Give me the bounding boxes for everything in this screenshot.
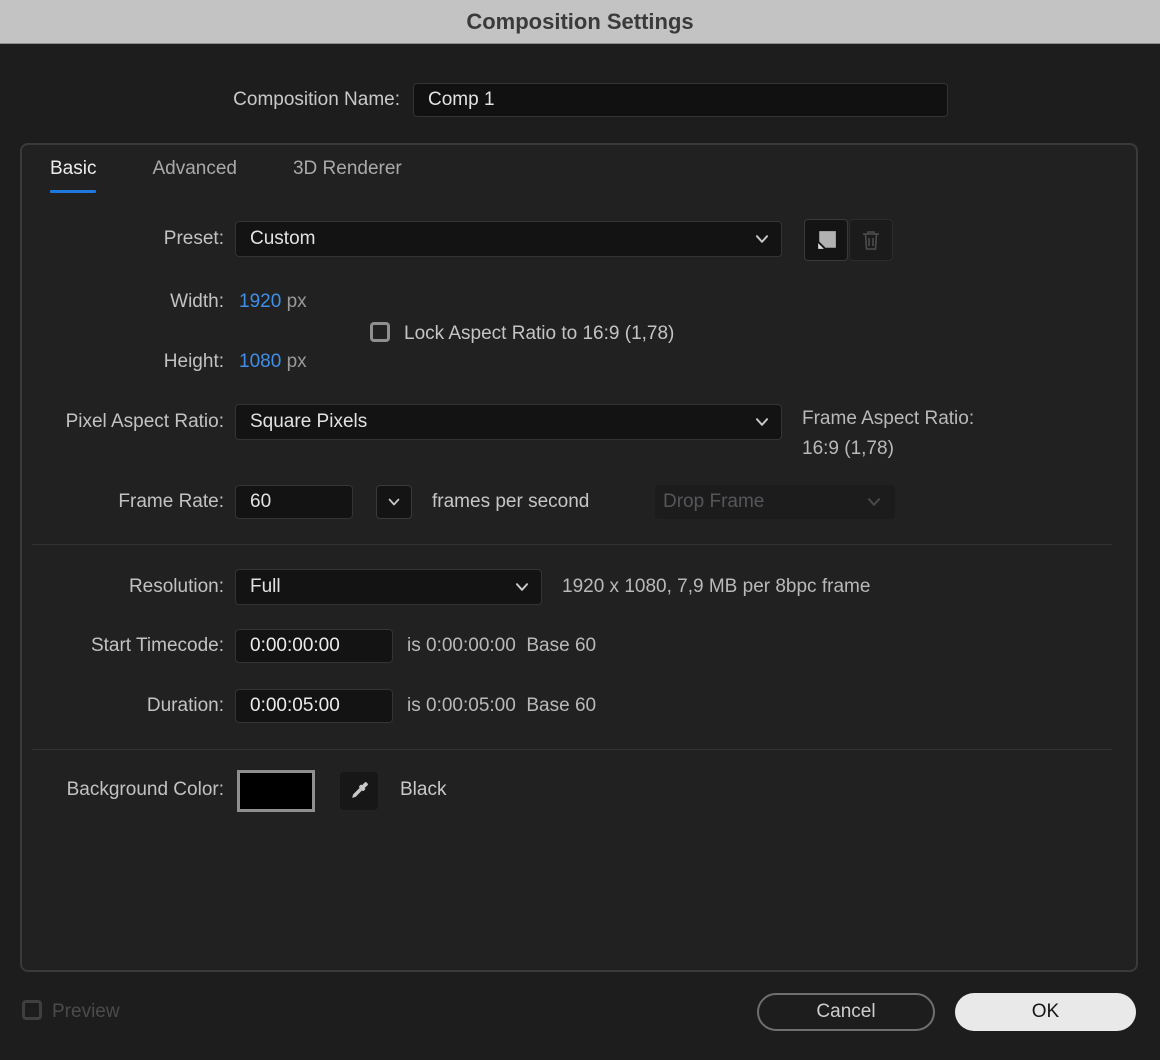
start-timecode-value: 0:00:00:00	[250, 635, 340, 656]
lock-aspect-label[interactable]: Lock Aspect Ratio to 16:9 (1,78)	[404, 323, 674, 345]
duration-value: 0:00:05:00	[250, 695, 340, 716]
chevron-down-icon	[755, 418, 769, 426]
save-preset-icon	[817, 230, 836, 249]
dialog-titlebar[interactable]: Composition Settings	[0, 0, 1160, 44]
frame-rate-label: Frame Rate:	[118, 491, 224, 512]
background-color-name: Black	[400, 779, 447, 800]
width-label: Width:	[170, 291, 224, 312]
cancel-button[interactable]: Cancel	[757, 993, 935, 1031]
chevron-down-icon	[755, 235, 769, 243]
pixel-aspect-ratio-dropdown[interactable]: Square Pixels	[235, 404, 782, 440]
lock-aspect-checkbox[interactable]	[370, 322, 390, 342]
start-timecode-info: is 0:00:00:00 Base 60	[407, 635, 597, 656]
tab-3d-renderer[interactable]: 3D Renderer	[293, 158, 402, 193]
ok-button[interactable]: OK	[955, 993, 1136, 1031]
start-timecode-input[interactable]: 0:00:00:00	[235, 629, 393, 663]
height-value-row: 1080 px	[239, 351, 307, 373]
drop-frame-value: Drop Frame	[663, 491, 765, 512]
preset-dropdown[interactable]: Custom	[235, 221, 782, 257]
divider	[32, 749, 1112, 750]
chevron-down-icon	[388, 498, 400, 506]
duration-info: is 0:00:05:00 Base 60	[407, 695, 597, 716]
frame-rate-value: 60	[250, 491, 272, 512]
background-color-swatch[interactable]	[237, 770, 315, 812]
frame-aspect-ratio-value: 16:9 (1,78)	[802, 438, 894, 459]
background-color-label: Background Color:	[66, 779, 224, 800]
height-value[interactable]: 1080	[239, 351, 281, 372]
width-value[interactable]: 1920	[239, 291, 281, 312]
pixel-aspect-ratio-value: Square Pixels	[250, 411, 368, 432]
frame-rate-suffix: frames per second	[432, 491, 590, 512]
preset-value: Custom	[250, 228, 316, 249]
drop-frame-dropdown[interactable]: Drop Frame	[655, 485, 895, 519]
composition-settings-dialog: Composition Settings Composition Name: C…	[0, 0, 1160, 1060]
preset-label: Preset:	[163, 228, 224, 249]
resolution-dropdown[interactable]: Full	[235, 569, 542, 605]
composition-name-value: Comp 1	[428, 89, 495, 110]
width-value-row: 1920 px	[239, 291, 307, 313]
tab-advanced[interactable]: Advanced	[152, 158, 237, 193]
eyedropper-icon	[352, 782, 368, 798]
divider	[32, 544, 1112, 545]
ok-button-label: OK	[1031, 1001, 1060, 1022]
width-unit: px	[286, 291, 307, 312]
chevron-down-icon	[867, 498, 881, 506]
trash-icon	[863, 231, 879, 250]
tab-bar: Basic Advanced 3D Renderer	[50, 158, 402, 193]
frame-aspect-ratio-label: Frame Aspect Ratio:	[802, 408, 975, 429]
delete-preset-button[interactable]	[849, 219, 893, 261]
preview-checkbox[interactable]	[22, 1000, 42, 1020]
cancel-button-label: Cancel	[816, 1001, 876, 1022]
height-unit: px	[286, 351, 307, 372]
start-timecode-label: Start Timecode:	[90, 635, 224, 656]
resolution-info: 1920 x 1080, 7,9 MB per 8bpc frame	[562, 576, 871, 597]
duration-label: Duration:	[146, 695, 224, 716]
chevron-down-icon	[515, 583, 529, 591]
height-label: Height:	[163, 351, 224, 372]
dialog-title: Composition Settings	[466, 8, 694, 34]
eyedropper-button[interactable]	[339, 771, 379, 811]
tab-basic[interactable]: Basic	[50, 158, 97, 193]
frame-rate-dropdown-button[interactable]	[376, 485, 412, 519]
frame-rate-input[interactable]: 60	[235, 485, 353, 519]
preview-label: Preview	[52, 1001, 120, 1022]
duration-input[interactable]: 0:00:05:00	[235, 689, 393, 723]
settings-panel: Basic Advanced 3D Renderer Preset: Custo…	[20, 143, 1138, 972]
composition-name-input[interactable]: Comp 1	[413, 83, 948, 117]
pixel-aspect-ratio-label: Pixel Aspect Ratio:	[65, 411, 224, 432]
save-preset-button[interactable]	[804, 219, 848, 261]
resolution-value: Full	[250, 576, 281, 597]
composition-name-label: Composition Name:	[233, 89, 400, 110]
resolution-label: Resolution:	[128, 576, 224, 597]
